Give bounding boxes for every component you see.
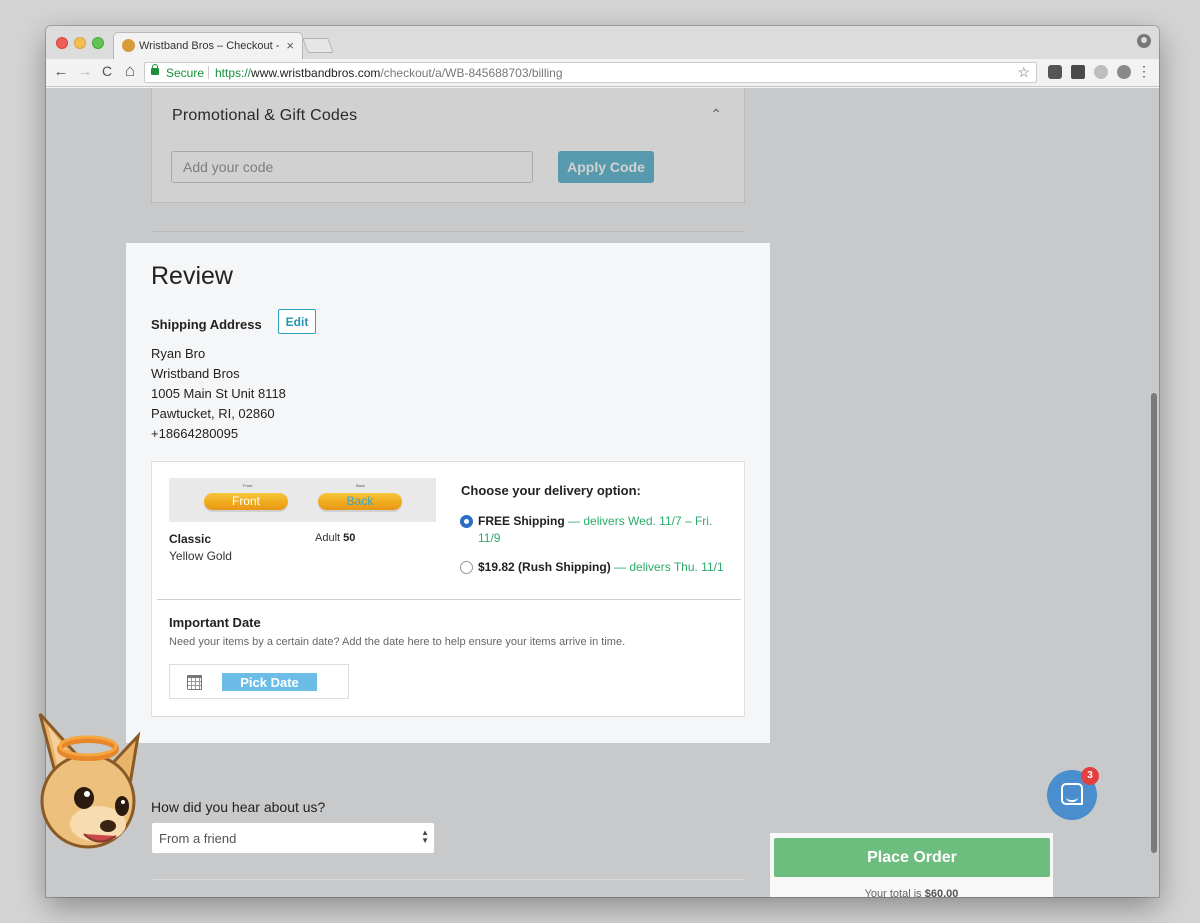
tab-close-icon[interactable]: ×	[286, 38, 294, 53]
review-title: Review	[151, 262, 233, 290]
tab-bar: Wristband Bros – Checkout - P ×	[46, 26, 1159, 59]
back-caption: Back	[356, 483, 365, 488]
browser-menu-icon[interactable]: ⋮	[1134, 63, 1154, 80]
forward-icon[interactable]: →	[75, 63, 95, 80]
shipping-address-label: Shipping Address	[151, 317, 262, 332]
cloud-extension-icon[interactable]	[1094, 65, 1108, 79]
url-text: https://www.wristbandbros.com/checkout/a…	[215, 66, 563, 80]
review-section: Review Shipping Address Edit Ryan Bro Wr…	[126, 243, 770, 743]
bookmark-star-icon[interactable]: ☆	[1017, 64, 1030, 81]
browser-window: Wristband Bros – Checkout - P × ← → C ⌂ …	[46, 26, 1159, 897]
minimize-window-button[interactable]	[74, 37, 86, 49]
home-icon[interactable]: ⌂	[120, 61, 140, 81]
front-caption: Front	[243, 483, 253, 488]
quantity: Adult 50	[315, 532, 356, 544]
back-icon[interactable]: ←	[51, 63, 71, 80]
mail-extension-icon[interactable]	[1071, 65, 1085, 79]
profile-icon[interactable]	[1137, 34, 1151, 48]
browser-tab[interactable]: Wristband Bros – Checkout - P ×	[113, 32, 303, 59]
divider	[151, 879, 745, 880]
rush-shipping-option[interactable]: $19.82 (Rush Shipping) — delivers Thu. 1…	[460, 559, 740, 577]
calendar-icon[interactable]	[187, 675, 202, 690]
free-shipping-text: FREE Shipping — delivers Wed. 11/7 – Fri…	[478, 514, 713, 545]
card-divider	[157, 599, 741, 600]
new-tab-button[interactable]	[302, 38, 334, 53]
wristband-back: Back	[318, 493, 402, 510]
pocket-extension-icon[interactable]	[1048, 65, 1062, 79]
address-phone: +18664280095	[151, 426, 239, 441]
referral-select[interactable]: From a friend ▲ ▼	[151, 822, 435, 854]
secure-label: Secure	[166, 66, 205, 80]
wristband-style: Classic	[169, 532, 212, 546]
url-separator	[208, 66, 209, 79]
scrollbar[interactable]	[1151, 393, 1157, 853]
lock-icon	[151, 64, 159, 75]
chihuahua-mascot-icon	[38, 712, 141, 849]
important-date-title: Important Date	[169, 615, 261, 630]
reload-icon[interactable]: C	[97, 63, 117, 79]
extension-icon[interactable]	[1117, 65, 1131, 79]
page-viewport: Promotional & Gift Codes ⌃ Apply Code Re…	[46, 88, 1159, 897]
address-city: Pawtucket, RI, 02860	[151, 406, 275, 421]
wristband-color: Yellow Gold	[169, 549, 232, 563]
address-street: 1005 Main St Unit 8118	[151, 386, 286, 401]
date-picker[interactable]: Pick Date	[169, 664, 349, 699]
address-company: Wristband Bros	[151, 366, 240, 381]
order-item-card: Front Back Front Back Classic Yellow Gol…	[151, 461, 745, 717]
place-order-button[interactable]: Place Order	[774, 838, 1050, 877]
close-window-button[interactable]	[56, 37, 68, 49]
wristband-front: Front	[204, 493, 288, 510]
browser-toolbar: ← → C ⌂ Secure https://www.wristbandbros…	[46, 59, 1159, 87]
free-shipping-option[interactable]: FREE Shipping — delivers Wed. 11/7 – Fri…	[460, 513, 730, 549]
address-name: Ryan Bro	[151, 346, 206, 361]
edit-address-button[interactable]: Edit	[278, 309, 316, 334]
wristband-preview: Front Back Front Back	[169, 478, 436, 522]
address-bar[interactable]: Secure https://www.wristbandbros.com/che…	[144, 62, 1037, 83]
chat-icon	[1061, 783, 1083, 805]
radio-unselected-icon[interactable]	[460, 561, 473, 574]
rush-shipping-text: $19.82 (Rush Shipping) — delivers Thu. 1…	[478, 560, 724, 574]
chihuahua-favicon-icon	[122, 39, 135, 52]
pick-date-button[interactable]: Pick Date	[222, 673, 317, 691]
select-arrows-icon: ▲ ▼	[421, 828, 429, 845]
shipping-address: Ryan Bro Wristband Bros 1005 Main St Uni…	[151, 344, 286, 444]
order-total: Your total is $60.00	[864, 888, 959, 897]
important-date-description: Need your items by a certain date? Add t…	[169, 636, 626, 648]
radio-selected-icon[interactable]	[460, 515, 473, 528]
tab-title: Wristband Bros – Checkout - P	[139, 40, 281, 52]
maximize-window-button[interactable]	[92, 37, 104, 49]
chat-unread-badge: 3	[1081, 767, 1099, 785]
order-summary-box: Place Order Your total is $60.00	[770, 833, 1053, 897]
delivery-option-title: Choose your delivery option:	[461, 483, 641, 498]
referral-selected-value: From a friend	[159, 831, 237, 846]
referral-question: How did you hear about us?	[151, 799, 326, 815]
